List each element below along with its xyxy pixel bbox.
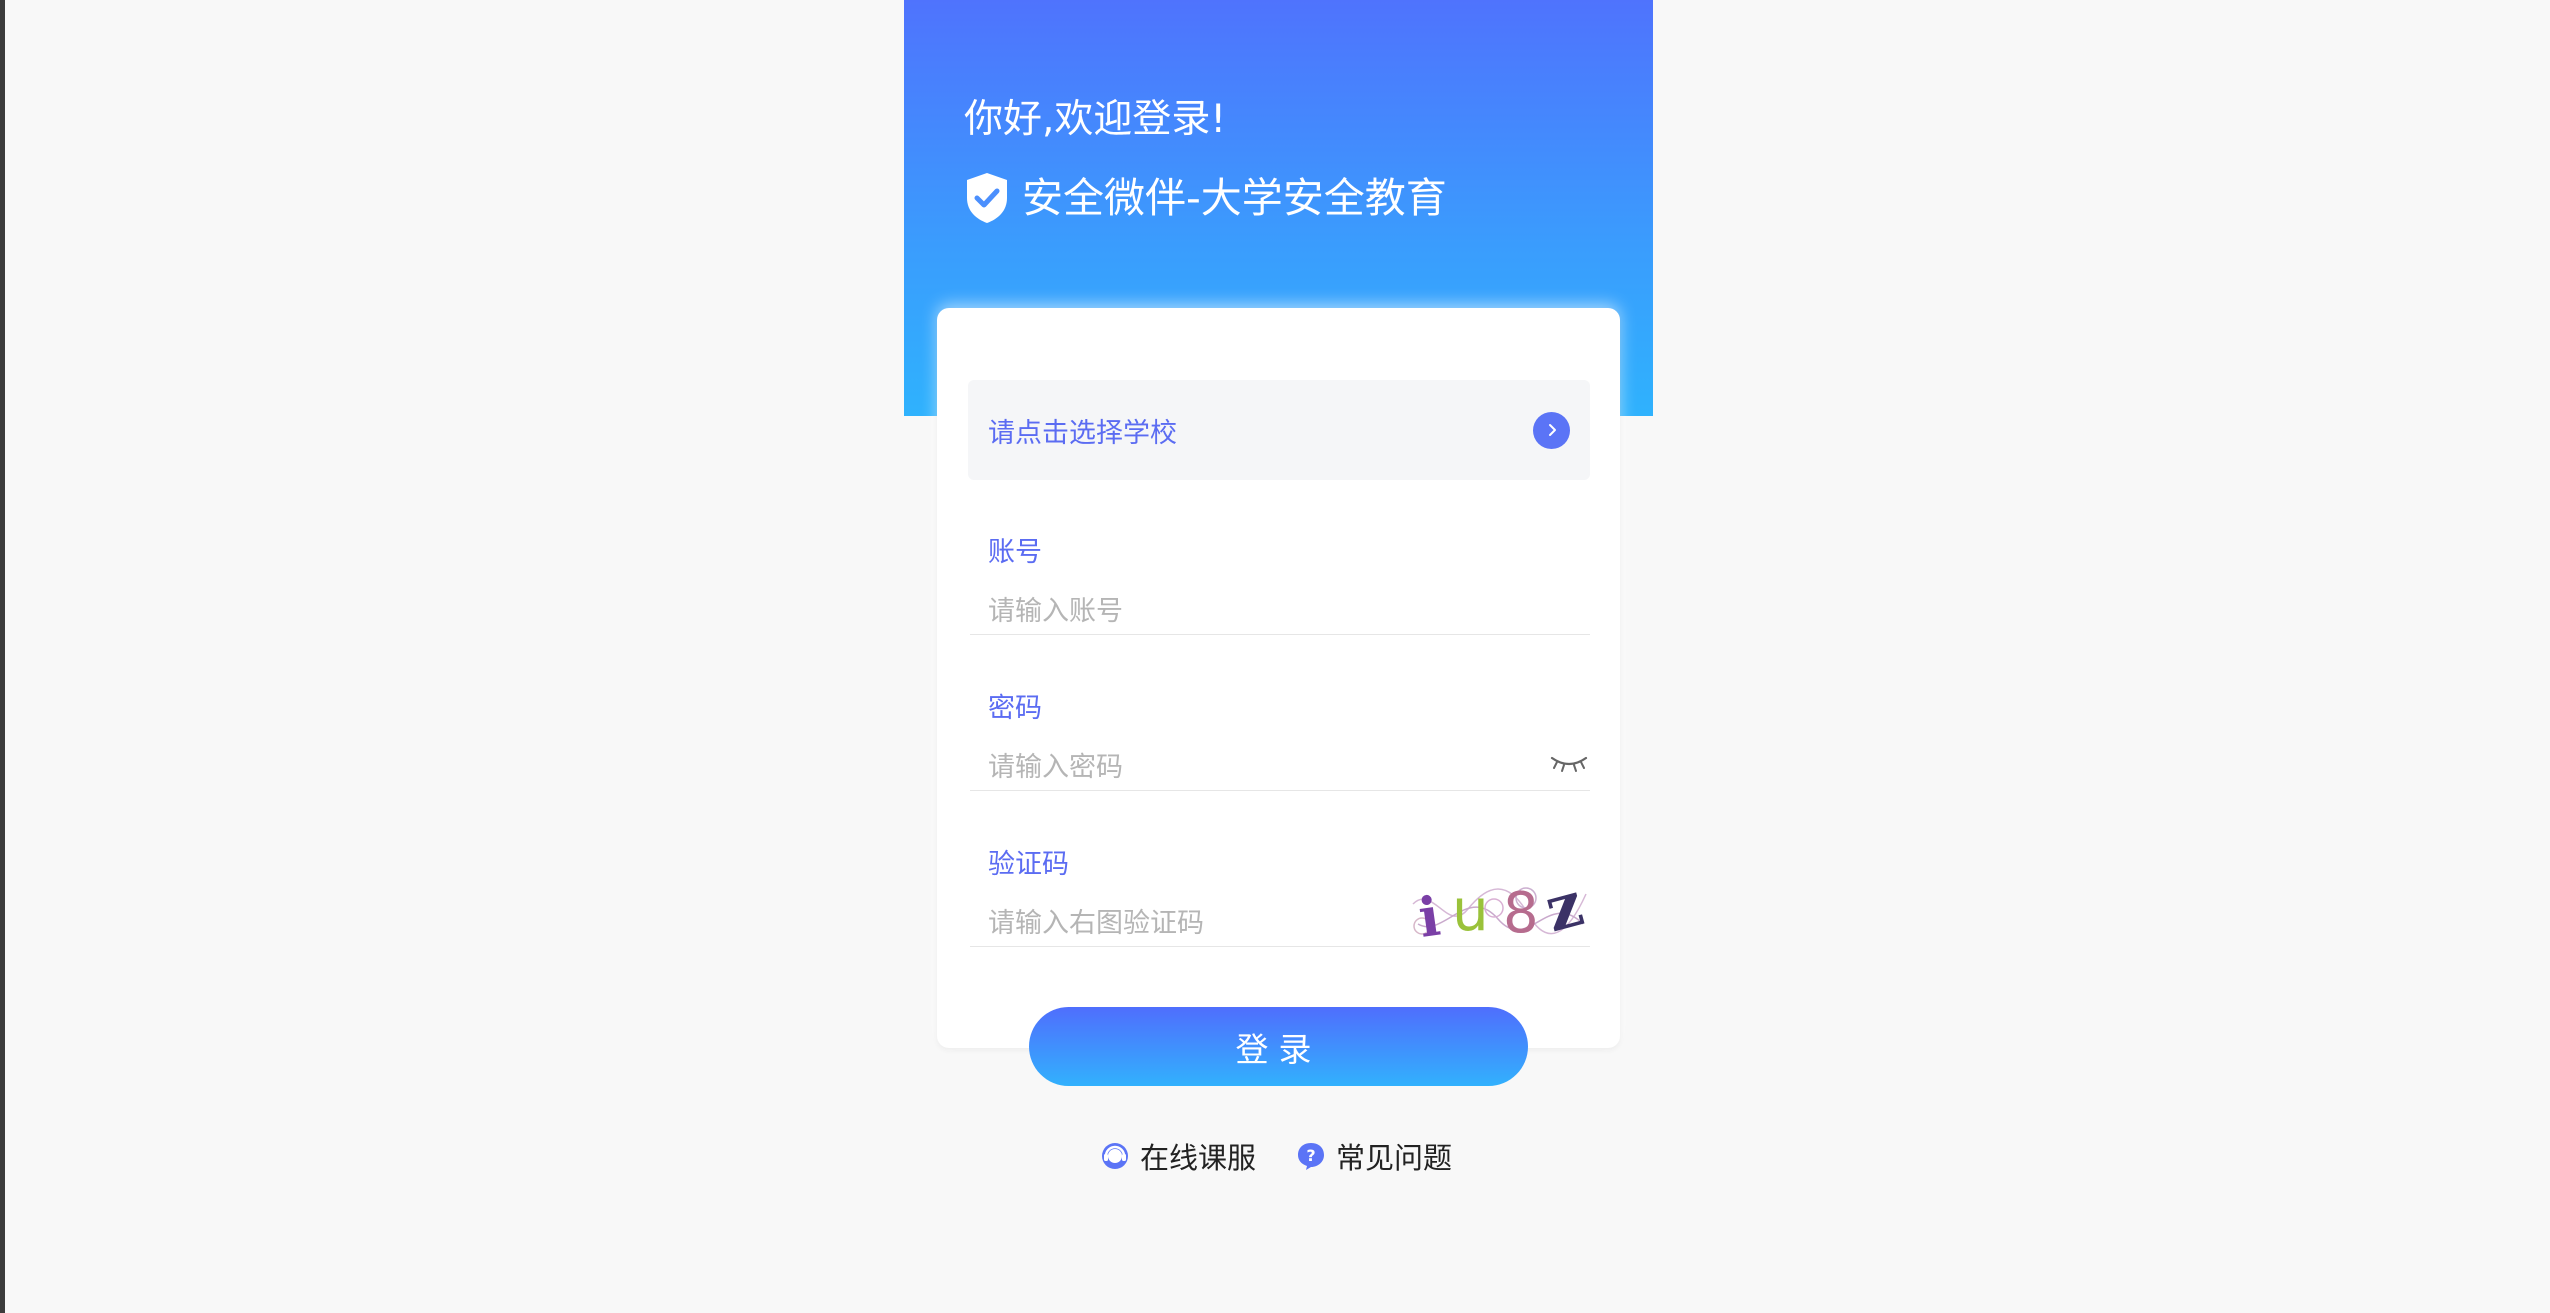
school-selector[interactable]: 请点击选择学校 [968, 380, 1590, 480]
login-button[interactable]: 登录 [1029, 1007, 1528, 1086]
svg-text:i: i [1415, 884, 1444, 944]
captcha-input[interactable] [988, 901, 1388, 945]
chevron-right-icon [1533, 411, 1570, 449]
online-support-label: 在线课服 [1140, 1141, 1257, 1175]
captcha-label: 验证码 [988, 849, 1069, 880]
svg-text:8: 8 [1503, 881, 1539, 944]
headset-icon [1102, 1143, 1128, 1169]
faq-label: 常见问题 [1336, 1141, 1453, 1175]
school-selector-label: 请点击选择学校 [988, 417, 1177, 449]
online-support-link[interactable]: 在线课服 [1100, 1135, 1256, 1177]
password-divider [970, 790, 1590, 791]
eye-closed-icon[interactable] [1550, 754, 1588, 774]
account-input[interactable] [988, 589, 1588, 633]
window-edge [0, 0, 5, 1313]
question-bubble-icon: ? [1298, 1143, 1325, 1170]
shield-check-icon [967, 173, 1007, 223]
password-label: 密码 [988, 693, 1042, 724]
captcha-divider [970, 946, 1590, 947]
account-label: 账号 [988, 537, 1042, 568]
svg-text:?: ? [1306, 1146, 1315, 1165]
faq-link[interactable]: ? 常见问题 [1296, 1135, 1452, 1177]
svg-text:u: u [1452, 876, 1489, 944]
password-input[interactable] [988, 745, 1528, 789]
captcha-image[interactable]: i u 8 z [1408, 864, 1588, 944]
brand-row: 安全微伴-大学安全教育 [964, 168, 1447, 228]
greeting-text: 你好,欢迎登录! [964, 97, 1227, 142]
brand-title: 安全微伴-大学安全教育 [1022, 174, 1447, 222]
footer-links: 在线课服 ? 常见问题 [1100, 1134, 1492, 1178]
account-divider [970, 634, 1590, 635]
